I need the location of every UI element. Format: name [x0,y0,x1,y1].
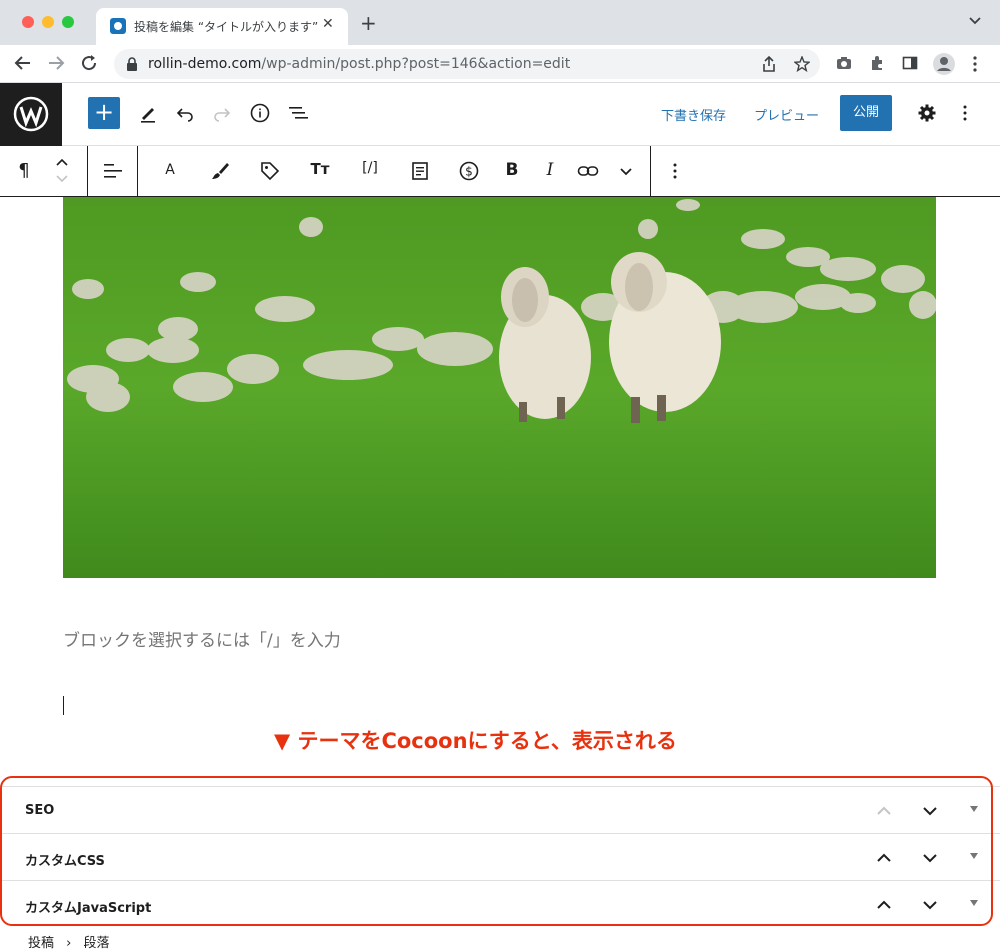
annotation-highlight-box [0,776,993,926]
undo-icon[interactable] [175,103,195,123]
brush-icon[interactable] [210,161,230,181]
camera-icon[interactable] [836,55,852,71]
svg-text:$: $ [465,165,473,179]
paragraph-block-icon[interactable]: ¶ [14,160,34,182]
block-toolbar: ¶ A Tт [/] $ B I [0,146,1000,197]
toolbar-divider [87,146,88,196]
settings-gear-icon[interactable] [918,104,936,122]
align-icon[interactable] [103,161,123,181]
more-formats-chevron-icon[interactable] [618,163,634,179]
tools-pencil-icon[interactable] [138,103,158,123]
paragraph-placeholder[interactable]: ブロックを選択するには「/」を入力 [63,626,341,651]
details-info-icon[interactable] [250,103,270,123]
close-tab-icon[interactable]: ✕ [322,16,334,32]
document-icon[interactable] [410,161,430,181]
reload-icon[interactable] [80,54,98,72]
redo-icon[interactable] [212,103,232,123]
close-window-button[interactable] [22,16,34,28]
tab-title: 投稿を編集 “タイトルが入ります” [134,20,319,34]
toolbar-divider [650,146,651,196]
publish-button[interactable]: 公開 [840,95,892,131]
image-block[interactable] [63,197,936,578]
sheep-photo [63,197,936,578]
breadcrumb-item-paragraph[interactable]: 段落 [84,936,110,951]
address-bar[interactable]: rollin-demo.com/wp-admin/post.php?post=1… [114,49,820,79]
new-tab-icon[interactable]: + [360,13,377,33]
options-menu-icon[interactable] [962,104,968,122]
browser-menu-icon[interactable] [972,55,978,73]
font-icon[interactable]: A [160,162,180,184]
maximize-window-button[interactable] [62,16,74,28]
tag-icon[interactable] [260,161,280,181]
italic-button[interactable]: I [540,160,560,182]
tab-search-icon[interactable] [968,14,982,28]
url-text: rollin-demo.com/wp-admin/post.php?post=1… [148,56,570,72]
wordpress-logo-icon[interactable] [0,83,62,146]
side-panel-icon[interactable] [902,55,918,71]
extensions-icon[interactable] [869,55,885,71]
toolbar-divider [137,146,138,196]
browser-tab[interactable]: 投稿を編集 “タイトルが入ります” ✕ [96,8,348,45]
block-options-icon[interactable] [672,162,678,180]
save-draft-button[interactable]: 下書き保存 [661,105,726,124]
browser-toolbar: rollin-demo.com/wp-admin/post.php?post=1… [0,45,1000,83]
link-icon[interactable] [577,161,599,181]
back-icon[interactable] [14,54,32,72]
url-path: /wp-admin/post.php?post=146&action=edit [261,56,571,72]
forward-icon[interactable] [47,54,65,72]
browser-tab-bar: 投稿を編集 “タイトルが入ります” ✕ + [0,0,1000,45]
breadcrumb: 投稿 › 段落 [28,932,110,951]
shortcode-icon[interactable]: [/] [356,160,384,182]
breadcrumb-separator: › [66,936,72,951]
bookmark-star-icon[interactable] [794,56,810,72]
share-icon[interactable] [762,56,776,72]
dollar-icon[interactable]: $ [459,161,479,181]
profile-avatar-icon[interactable] [933,53,955,75]
move-up-down-icon[interactable] [54,156,70,186]
minimize-window-button[interactable] [42,16,54,28]
lock-icon [126,57,138,71]
bold-button[interactable]: B [502,160,522,182]
add-block-button[interactable]: + [88,97,120,129]
breadcrumb-item-post[interactable]: 投稿 [28,936,54,951]
text-cursor [63,696,64,715]
url-host: rollin-demo.com [148,56,262,72]
wordpress-favicon-icon [110,18,126,34]
annotation-text: ▼ テーマをCocoonにすると、表示される [274,729,677,753]
font-size-icon[interactable]: Tт [306,160,334,182]
editor-header: + 下書き保存 プレビュー 公開 [0,83,1000,146]
list-view-icon[interactable] [288,103,308,123]
preview-button[interactable]: プレビュー [754,105,819,124]
